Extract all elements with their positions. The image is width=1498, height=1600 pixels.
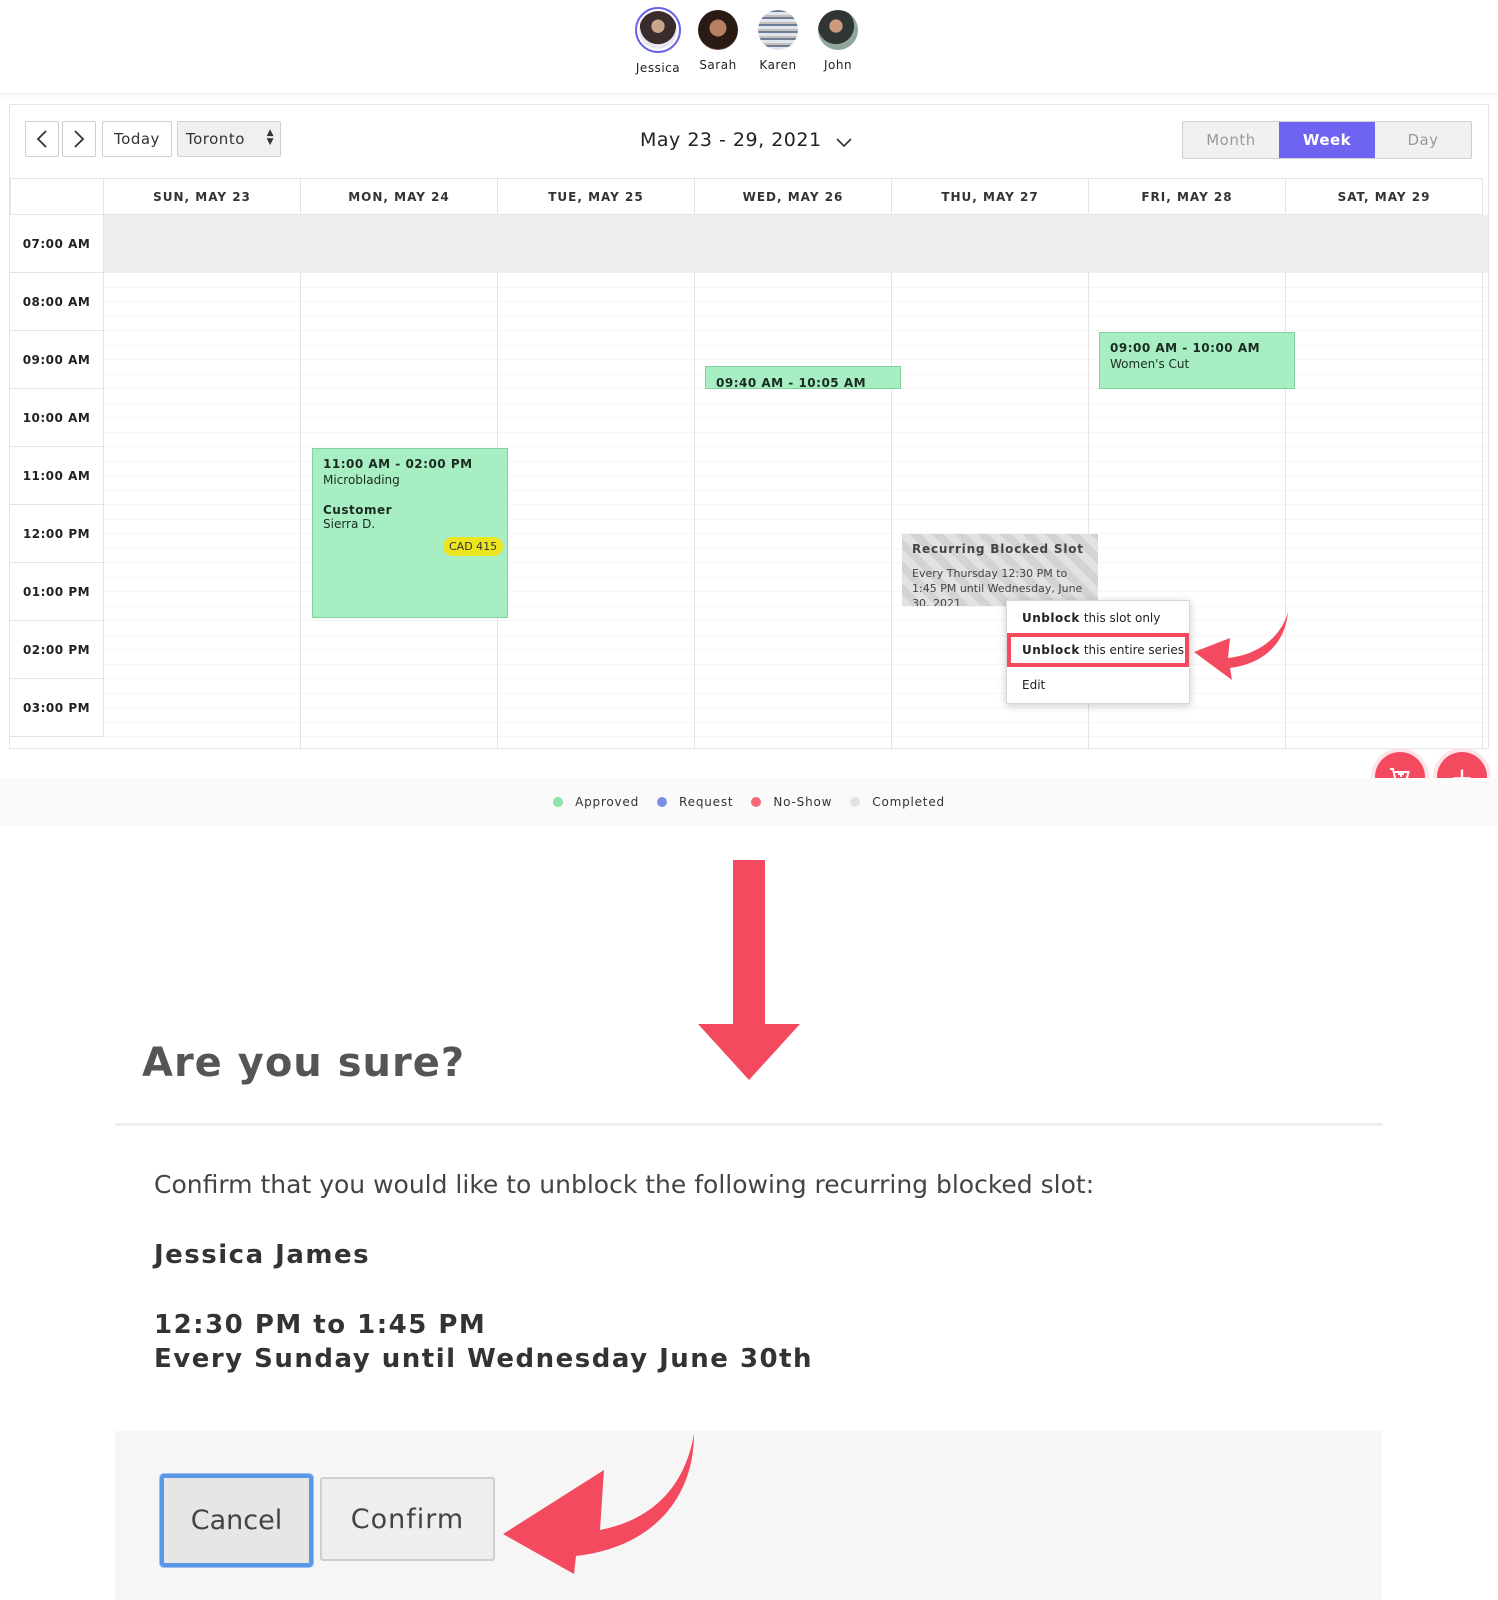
menu-item-text: this slot only bbox=[1083, 611, 1161, 625]
view-switcher: Month Week Day bbox=[1182, 121, 1472, 159]
time-label: 10:00 AM bbox=[10, 389, 104, 447]
time-label: 01:00 PM bbox=[10, 563, 104, 621]
appointment-card[interactable]: 09:40 AM - 10:05 AM bbox=[705, 366, 901, 389]
day-header: FRI, MAY 28 bbox=[1089, 178, 1286, 215]
menu-item-text: this entire series bbox=[1083, 643, 1184, 657]
day-header: TUE, MAY 25 bbox=[498, 178, 695, 215]
legend-item: Request bbox=[657, 795, 733, 809]
staff-john[interactable]: John bbox=[806, 10, 870, 72]
appointment-card[interactable]: 09:00 AM - 10:00 AM Women's Cut bbox=[1099, 332, 1295, 389]
event-time: 11:00 AM - 02:00 PM bbox=[323, 457, 473, 471]
unblock-entire-series-item[interactable]: Unblock this entire series bbox=[1007, 633, 1189, 667]
avatar bbox=[698, 10, 738, 50]
chevron-right-icon bbox=[74, 130, 85, 148]
menu-item-text: Edit bbox=[1022, 678, 1046, 692]
customer-label: Customer bbox=[323, 503, 393, 517]
legend-label: Request bbox=[679, 795, 734, 809]
next-week-button[interactable] bbox=[62, 121, 96, 157]
cancel-button[interactable]: Cancel bbox=[160, 1474, 313, 1567]
customer-name: Sierra D. bbox=[323, 517, 376, 531]
staff-karen[interactable]: Karen bbox=[746, 10, 810, 72]
blocked-title: Recurring Blocked Slot bbox=[912, 542, 1084, 556]
day-header: THU, MAY 27 bbox=[892, 178, 1089, 215]
staff-name: Karen bbox=[759, 58, 797, 72]
time-label: 11:00 AM bbox=[10, 447, 104, 505]
select-arrows-icon: ▲ ▼ bbox=[266, 128, 274, 147]
menu-item-bold: Unblock bbox=[1022, 643, 1080, 657]
time-label: 07:00 AM bbox=[10, 215, 104, 273]
view-month-button[interactable]: Month bbox=[1183, 122, 1279, 158]
view-day-button[interactable]: Day bbox=[1375, 122, 1471, 158]
day-header: WED, MAY 26 bbox=[695, 178, 892, 215]
week-grid: SUN, MAY 23 MON, MAY 24 TUE, MAY 25 WED,… bbox=[10, 178, 1488, 748]
legend-label: No-Show bbox=[773, 795, 833, 809]
approved-dot-icon bbox=[553, 797, 564, 807]
day-header: SAT, MAY 29 bbox=[1286, 178, 1483, 215]
blocked-slot[interactable]: Recurring Blocked Slot Every Thursday 12… bbox=[902, 534, 1098, 606]
location-select[interactable]: Toronto ▲ ▼ bbox=[177, 121, 281, 157]
dialog-title: Are you sure? bbox=[142, 1040, 466, 1086]
dialog-time-range: 12:30 PM to 1:45 PM bbox=[154, 1310, 487, 1340]
corner-cell bbox=[10, 178, 104, 215]
chevron-left-icon bbox=[36, 130, 47, 148]
date-range-title[interactable]: May 23 - 29, 2021 bbox=[640, 129, 822, 151]
staff-name: Sarah bbox=[699, 58, 737, 72]
staff-sarah[interactable]: Sarah bbox=[686, 10, 750, 72]
time-label: 08:00 AM bbox=[10, 273, 104, 331]
completed-dot-icon bbox=[850, 797, 861, 807]
appointment-card[interactable]: 11:00 AM - 02:00 PM Microblading Custome… bbox=[312, 448, 508, 618]
menu-item-bold: Unblock bbox=[1022, 611, 1080, 625]
context-menu: Unblock this slot only Unblock this enti… bbox=[1006, 600, 1190, 704]
event-time: 09:00 AM - 10:00 AM bbox=[1110, 341, 1261, 355]
today-button[interactable]: Today bbox=[102, 121, 172, 157]
staff-bar: Jessica Sarah Karen John bbox=[0, 0, 1498, 94]
legend-label: Completed bbox=[872, 795, 945, 809]
time-label: 02:00 PM bbox=[10, 621, 104, 679]
status-legend: Approved Request No-Show Completed bbox=[0, 778, 1498, 826]
time-label: 12:00 PM bbox=[10, 505, 104, 563]
avatar bbox=[758, 10, 798, 50]
legend-item: Completed bbox=[850, 795, 945, 809]
event-time: 09:40 AM - 10:05 AM bbox=[716, 376, 867, 389]
dialog-staff-name: Jessica James bbox=[154, 1240, 371, 1270]
legend-item: Approved bbox=[553, 795, 639, 809]
dialog-recurrence: Every Sunday until Wednesday June 30th bbox=[154, 1344, 814, 1374]
prev-week-button[interactable] bbox=[25, 121, 59, 157]
event-service: Microblading bbox=[323, 473, 400, 487]
legend-item: No-Show bbox=[751, 795, 832, 809]
time-label: 09:00 AM bbox=[10, 331, 104, 389]
dialog-divider bbox=[115, 1123, 1382, 1126]
location-value: Toronto bbox=[186, 130, 245, 148]
calendar-panel: Today Toronto ▲ ▼ May 23 - 29, 2021 Month… bbox=[9, 104, 1489, 749]
price-badge: CAD 415 bbox=[443, 537, 504, 556]
day-header: MON, MAY 24 bbox=[301, 178, 498, 215]
confirm-button[interactable]: Confirm bbox=[320, 1477, 495, 1561]
edit-item[interactable]: Edit bbox=[1007, 668, 1189, 702]
legend-label: Approved bbox=[575, 795, 640, 809]
event-service: Women's Cut bbox=[1110, 357, 1190, 371]
dialog-message: Confirm that you would like to unblock t… bbox=[154, 1170, 1095, 1199]
down-arrow-icon bbox=[698, 860, 800, 1080]
no-show-dot-icon bbox=[751, 797, 762, 807]
avatar bbox=[635, 7, 681, 53]
day-header: SUN, MAY 23 bbox=[104, 178, 301, 215]
staff-jessica[interactable]: Jessica bbox=[626, 7, 690, 75]
view-week-button[interactable]: Week bbox=[1279, 122, 1375, 158]
unblock-slot-only-item[interactable]: Unblock this slot only bbox=[1007, 601, 1189, 635]
request-dot-icon bbox=[657, 797, 668, 807]
time-label: 03:00 PM bbox=[10, 679, 104, 737]
chevron-down-icon[interactable] bbox=[836, 137, 852, 149]
staff-name: Jessica bbox=[635, 61, 681, 75]
avatar bbox=[818, 10, 858, 50]
staff-name: John bbox=[823, 58, 853, 72]
